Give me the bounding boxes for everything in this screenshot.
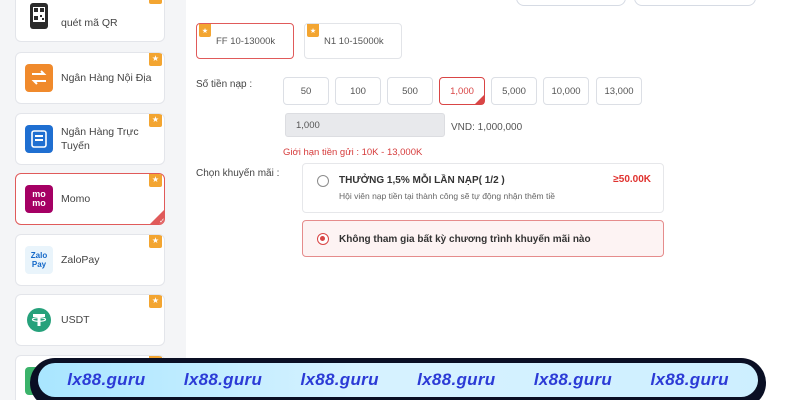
momo-logo-text: mo mo — [32, 189, 46, 208]
method-qr[interactable]: quét mã QR — [15, 0, 165, 42]
watermark-text: lx88.guru — [300, 370, 379, 389]
package-label: FF 10-13000k — [216, 35, 276, 47]
watermark-text: lx88.guru — [650, 370, 729, 389]
watermark-text: lx88.guru — [533, 370, 613, 389]
watermark-text: lx88.guru — [67, 370, 146, 389]
star-badge-icon — [149, 114, 162, 127]
amount-option-50[interactable]: 50 — [283, 77, 329, 105]
vnd-conversion-text: VND: 1,000,000 — [451, 122, 523, 133]
promotion-bonus-amount: ≥50.00K — [613, 174, 651, 185]
top-tab-button[interactable] — [516, 0, 626, 6]
tether-icon — [25, 306, 53, 334]
bank-transfer-icon — [25, 64, 53, 92]
zalopay-logo-icon: Zalo Pay — [25, 246, 53, 274]
method-label-domestic-bank: Ngân Hàng Nội Địa — [61, 72, 152, 84]
star-badge-icon — [149, 295, 162, 308]
payment-method-sidebar: quét mã QR Ngân Hàng Nội Địa Ngân Hàng T… — [0, 0, 186, 400]
qr-phone-icon — [25, 2, 53, 30]
star-badge-icon — [307, 24, 319, 37]
method-label-zalopay: ZaloPay — [61, 254, 100, 266]
promotion-radio[interactable] — [317, 175, 329, 187]
deposit-panel: FF 10-13000k N1 10-15000k Số tiền nạp : … — [186, 0, 800, 400]
method-label-qr: quét mã QR — [61, 17, 118, 29]
amount-option-100[interactable]: 100 — [335, 77, 381, 105]
method-domestic-bank[interactable]: Ngân Hàng Nội Địa — [15, 52, 165, 104]
method-label-online-bank: Ngân Hàng Trực Tuyến — [61, 126, 139, 152]
deposit-limit-text: Giới hạn tiền gửi : 10K - 13,000K — [283, 147, 423, 158]
method-online-bank[interactable]: Ngân Hàng Trực Tuyến — [15, 113, 165, 165]
momo-logo-icon: mo mo — [25, 185, 53, 213]
method-momo[interactable]: mo mo Momo — [15, 173, 165, 225]
promotion-option-none[interactable]: Không tham gia bất kỳ chương trình khuyế… — [302, 220, 664, 257]
amount-option-10000[interactable]: 10,000 — [543, 77, 589, 105]
amount-option-1000[interactable]: 1,000 — [439, 77, 485, 105]
package-label: N1 10-15000k — [324, 35, 384, 47]
package-option-ff[interactable]: FF 10-13000k — [196, 23, 294, 59]
method-usdt[interactable]: USDT — [15, 294, 165, 346]
amount-option-5000[interactable]: 5,000 — [491, 77, 537, 105]
amount-option-13000[interactable]: 13,000 — [596, 77, 642, 105]
promotion-option-bonus[interactable]: THƯỞNG 1,5% MỖI LẦN NẠP( 1/2 ) Hội viên … — [302, 163, 664, 213]
watermark-strip: lx88.guru lx88.guru lx88.guru lx88.guru … — [38, 363, 758, 397]
promotion-label: Chọn khuyến mãi : — [196, 168, 280, 179]
method-zalopay[interactable]: Zalo Pay ZaloPay — [15, 234, 165, 286]
top-tab-button[interactable] — [634, 0, 756, 6]
star-badge-icon — [199, 24, 211, 37]
package-option-n1[interactable]: N1 10-15000k — [304, 23, 402, 59]
zalopay-logo-text: Zalo Pay — [30, 251, 48, 269]
method-label-usdt: USDT — [61, 314, 90, 326]
watermark-text: lx88.guru — [183, 370, 263, 389]
star-badge-icon — [149, 235, 162, 248]
watermark-banner: lx88.guru lx88.guru lx88.guru lx88.guru … — [30, 358, 766, 400]
watermark-text: lx88.guru — [417, 370, 496, 389]
promotion-title: THƯỞNG 1,5% MỖI LẦN NẠP( 1/2 ) — [339, 175, 505, 186]
star-badge-icon — [149, 53, 162, 66]
promotion-none-text: Không tham gia bất kỳ chương trình khuyế… — [339, 234, 591, 245]
amount-option-500[interactable]: 500 — [387, 77, 433, 105]
star-badge-icon — [149, 0, 162, 4]
star-badge-icon — [149, 174, 162, 187]
deposit-amount-label: Số tiền nạp : — [196, 79, 253, 90]
selected-check-icon — [150, 210, 164, 224]
promotion-radio-selected[interactable] — [317, 233, 329, 245]
method-label-momo: Momo — [61, 193, 91, 205]
amount-input[interactable]: 1,000 — [285, 113, 445, 137]
promotion-description: Hội viên nạp tiền tại thành công sẽ tự đ… — [339, 191, 555, 201]
online-bank-icon — [25, 125, 53, 153]
